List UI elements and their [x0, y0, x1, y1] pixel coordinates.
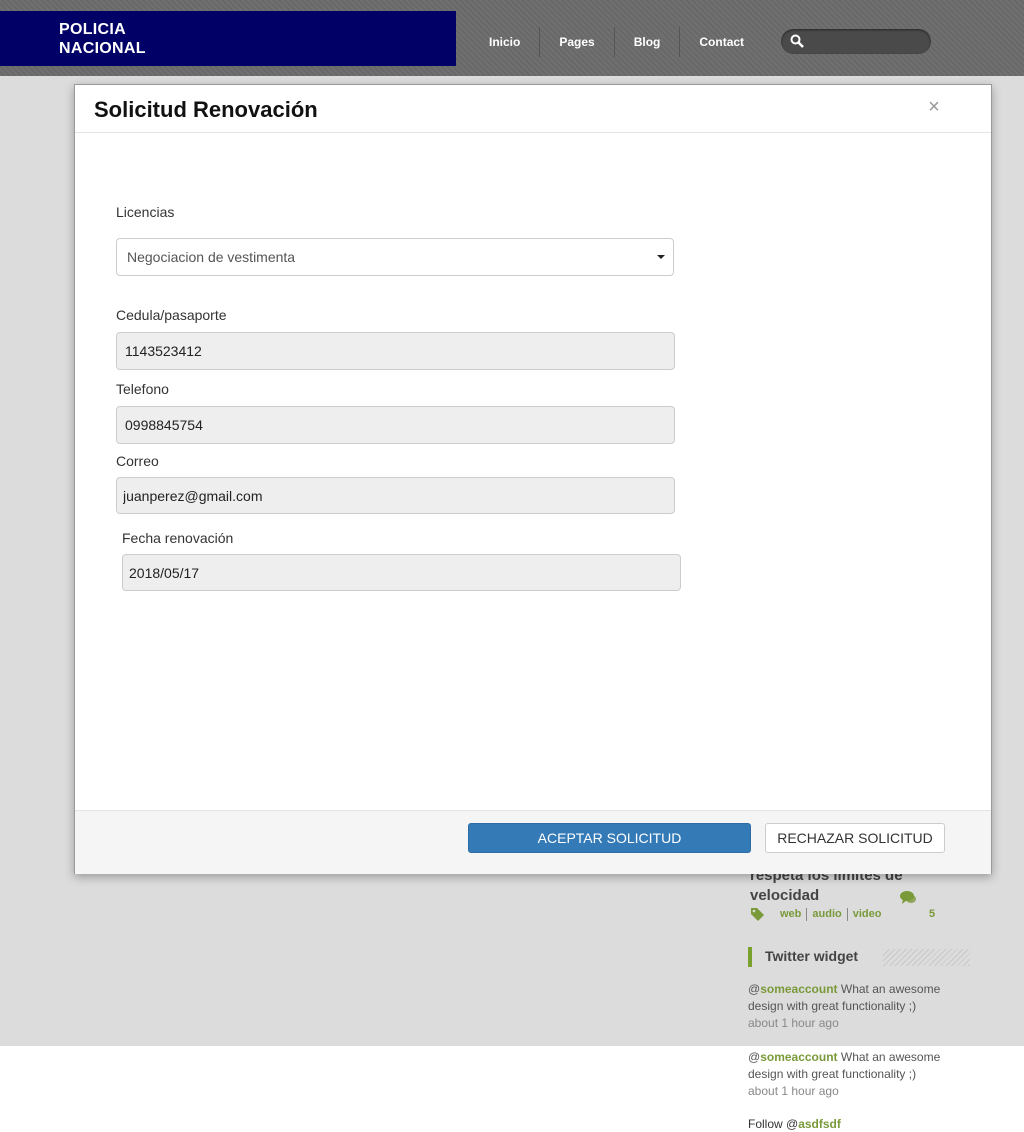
follow-prefix: Follow @ — [748, 1117, 799, 1131]
nav-item-inicio[interactable]: Inicio — [470, 27, 539, 57]
licencias-selected-value: Negociacion de vestimenta — [127, 249, 296, 265]
tag-link[interactable]: video — [846, 908, 887, 921]
telefono-field[interactable] — [116, 406, 675, 444]
modal-header: Solicitud Renovación × — [75, 85, 991, 133]
close-button[interactable]: × — [927, 97, 941, 117]
reject-request-button[interactable]: RECHAZAR SOLICITUD — [765, 823, 945, 853]
widget-stripes — [883, 949, 970, 966]
nav-item-blog[interactable]: Blog — [613, 27, 680, 57]
tweet-time: about 1 hour ago — [748, 1084, 839, 1098]
tag-link[interactable]: audio — [806, 908, 846, 921]
comment-count[interactable]: 5 — [929, 908, 935, 920]
post-tags: web audio video — [780, 908, 886, 921]
telefono-label: Telefono — [116, 381, 169, 397]
tweet-time: about 1 hour ago — [748, 1016, 839, 1030]
tweet-item: @someaccount What an awesome design with… — [748, 1049, 958, 1100]
licencias-select[interactable]: Negociacion de vestimenta — [116, 238, 674, 276]
tweet-account-link[interactable]: someaccount — [760, 982, 837, 996]
tweet-account-link[interactable]: someaccount — [760, 1050, 837, 1064]
twitter-widget-header: Twitter widget — [748, 947, 970, 967]
search-box[interactable] — [781, 29, 931, 54]
cedula-label: Cedula/pasaporte — [116, 307, 227, 323]
top-navigation-bar: POLICIA NACIONAL Inicio Pages Blog Conta… — [0, 0, 1024, 76]
email-field[interactable] — [116, 477, 675, 514]
widget-accent-bar — [748, 947, 752, 967]
nav-item-pages[interactable]: Pages — [539, 27, 613, 57]
logo-line-2: NACIONAL — [59, 40, 146, 57]
modal-title: Solicitud Renovación — [94, 97, 318, 122]
renewal-request-modal: Solicitud Renovación × Licencias Negocia… — [74, 84, 992, 874]
cedula-field[interactable] — [116, 332, 675, 370]
search-icon — [790, 34, 804, 48]
chevron-down-icon — [657, 255, 665, 259]
comment-icon — [900, 891, 916, 904]
tag-icon — [751, 908, 764, 921]
accept-request-button[interactable]: ACEPTAR SOLICITUD — [468, 823, 751, 853]
site-logo[interactable]: POLICIA NACIONAL — [0, 11, 456, 66]
follow-link[interactable]: Follow @asdfsdf — [748, 1117, 841, 1131]
follow-account: asdfsdf — [798, 1117, 841, 1131]
licencias-label: Licencias — [116, 204, 175, 220]
tweet-at: @ — [748, 982, 761, 996]
modal-footer: ACEPTAR SOLICITUD RECHAZAR SOLICITUD — [75, 810, 991, 874]
tweet-at: @ — [748, 1050, 761, 1064]
tag-link[interactable]: web — [780, 908, 806, 921]
widget-title: Twitter widget — [765, 948, 859, 964]
fecha-label: Fecha renovación — [122, 530, 234, 546]
search-input[interactable] — [809, 32, 923, 53]
logo-line-1: POLICIA — [59, 21, 126, 38]
logo-text: POLICIA NACIONAL — [59, 20, 146, 58]
tweet-item: @someaccount What an awesome design with… — [748, 981, 958, 1032]
correo-label: Correo — [116, 453, 159, 469]
main-nav: Inicio Pages Blog Contact — [470, 27, 763, 57]
fecha-field[interactable] — [122, 554, 681, 591]
nav-item-contact[interactable]: Contact — [679, 27, 763, 57]
